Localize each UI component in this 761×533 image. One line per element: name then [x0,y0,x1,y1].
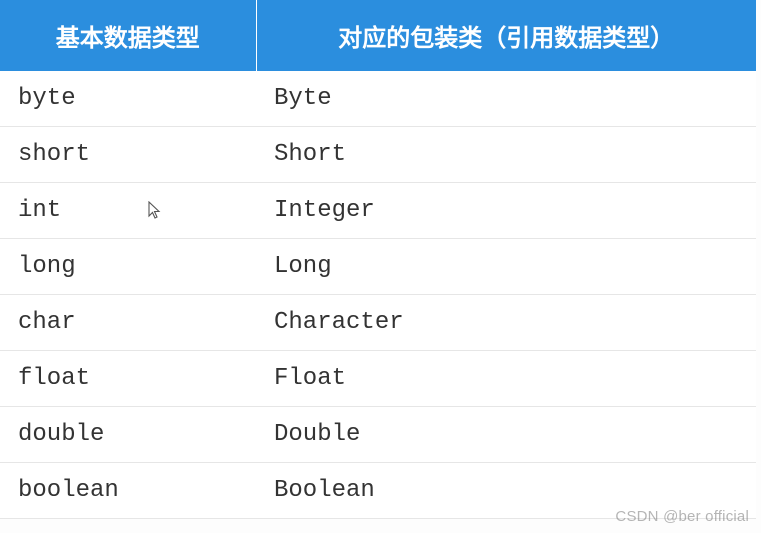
cell-wrapper: Integer [256,183,756,239]
watermark-text: CSDN @ber official [615,508,749,525]
table-row: char Character [0,295,756,351]
cell-primitive: byte [0,71,256,127]
cell-primitive: float [0,351,256,407]
table-row: double Double [0,407,756,463]
cell-wrapper: Float [256,351,756,407]
cell-primitive: double [0,407,256,463]
cell-wrapper: Short [256,127,756,183]
table-row: byte Byte [0,71,756,127]
cell-primitive: int [0,183,256,239]
cell-primitive: boolean [0,463,256,519]
table-header-row: 基本数据类型 对应的包装类（引用数据类型） [0,0,756,71]
type-mapping-table: 基本数据类型 对应的包装类（引用数据类型） byte Byte short Sh… [0,0,756,519]
table-row: float Float [0,351,756,407]
table-row: long Long [0,239,756,295]
header-wrapper: 对应的包装类（引用数据类型） [256,0,756,71]
cell-primitive: short [0,127,256,183]
table-row: int Integer [0,183,756,239]
cell-primitive: long [0,239,256,295]
cursor-icon [148,201,164,221]
cell-wrapper: Character [256,295,756,351]
primitive-text: int [18,197,61,224]
cell-wrapper: Byte [256,71,756,127]
header-primitive: 基本数据类型 [0,0,256,71]
table-row: short Short [0,127,756,183]
cell-wrapper: Double [256,407,756,463]
cell-primitive: char [0,295,256,351]
cell-wrapper: Long [256,239,756,295]
